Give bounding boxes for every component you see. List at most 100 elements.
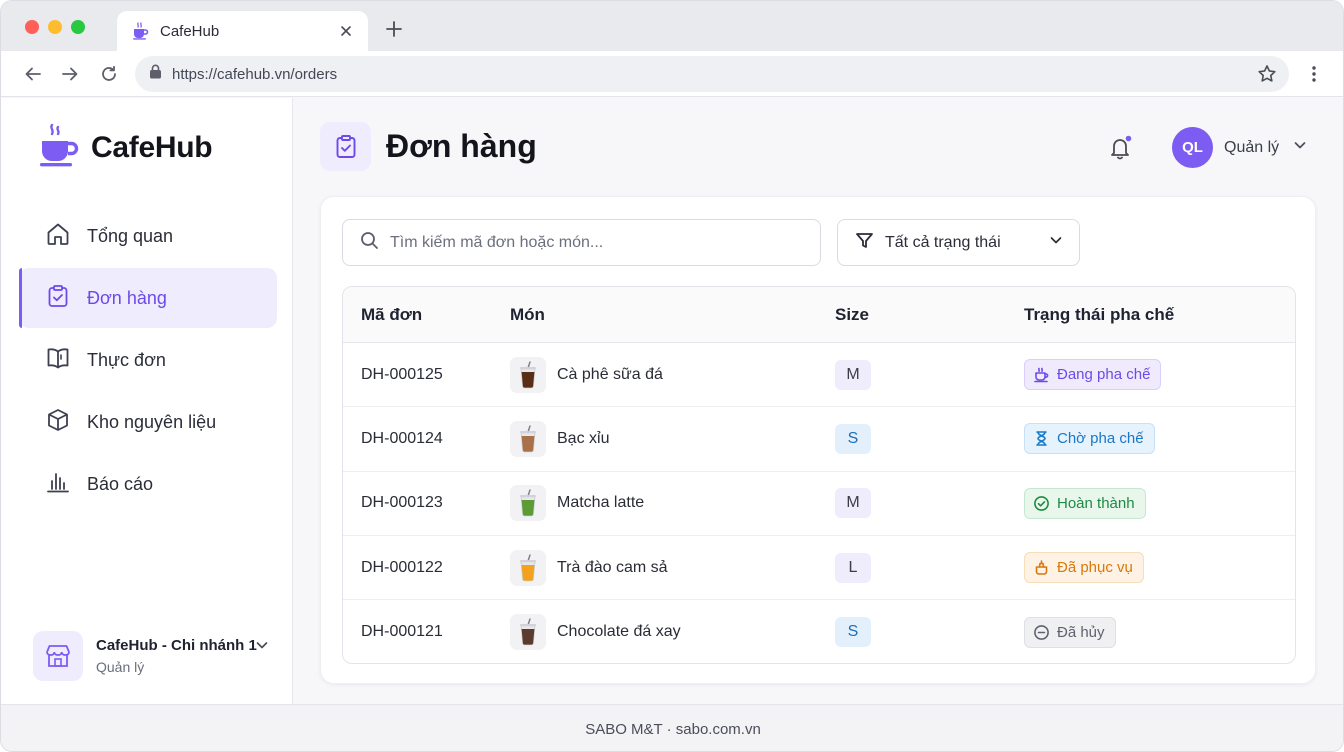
minimize-window-button[interactable]	[48, 20, 62, 34]
status-label: Đã phục vụ	[1057, 559, 1133, 577]
status-filter-dropdown[interactable]: Tất cả trạng thái	[837, 219, 1080, 266]
search-input[interactable]	[390, 233, 810, 252]
table-header: Mã đơn Món Size Trạng thái pha chế	[343, 287, 1295, 343]
table-body: DH-000125 Cà phê sữa đá M Đang pha chế D…	[343, 343, 1295, 663]
new-tab-plus-icon[interactable]	[383, 18, 405, 40]
sidebar-item-label: Thực đơn	[87, 349, 166, 370]
clipboard-icon	[45, 283, 71, 314]
check-circle-icon	[1033, 495, 1050, 512]
filter-funnel-icon	[855, 231, 874, 255]
filter-selected-value: Tất cả trạng thái	[885, 233, 1001, 251]
serving-cup-icon	[1033, 559, 1050, 576]
branch-name: CafeHub - Chi nhánh 1	[96, 637, 257, 654]
order-id: DH-000122	[361, 558, 443, 576]
page-title: Đơn hàng	[386, 128, 537, 164]
browser-toolbar: https://cafehub.vn/orders	[1, 51, 1343, 97]
forward-arrow-icon[interactable]	[59, 63, 81, 85]
column-header-status[interactable]: Trạng thái pha chế	[1024, 305, 1294, 325]
status-label: Chờ pha chế	[1057, 430, 1144, 448]
url-text: https://cafehub.vn/orders	[172, 65, 338, 83]
minus-circle-icon	[1033, 624, 1050, 641]
sidebar-item-label: Đơn hàng	[87, 287, 167, 308]
orders-table: Mã đơn Món Size Trạng thái pha chế DH-00…	[342, 286, 1296, 664]
table-row[interactable]: DH-000124 Bạc xỉu S Chờ pha chế	[343, 407, 1295, 472]
table-row[interactable]: DH-000125 Cà phê sữa đá M Đang pha chế	[343, 343, 1295, 408]
lock-icon	[149, 64, 162, 84]
address-bar[interactable]: https://cafehub.vn/orders	[135, 56, 1289, 92]
size-badge: M	[835, 359, 871, 390]
item-name: Matcha latte	[557, 494, 645, 512]
back-arrow-icon[interactable]	[22, 63, 44, 85]
sidebar-item-menu[interactable]: Thực đơn	[19, 330, 277, 390]
order-id: DH-000125	[361, 365, 443, 383]
main-content: Đơn hàng QL Quản lý Tất cả trạng	[293, 98, 1343, 704]
brand-name: CafeHub	[91, 130, 213, 164]
clipboard-icon	[320, 122, 371, 171]
coffee-cup-icon	[131, 21, 151, 41]
coffee-mug-icon	[1033, 366, 1050, 383]
user-name: Quản lý	[1224, 138, 1280, 156]
chevron-down-icon[interactable]	[255, 638, 269, 657]
drink-thumbnail-matcha	[510, 485, 546, 522]
browser-menu-icon[interactable]	[1303, 63, 1325, 85]
status-badge: Đang pha chế	[1024, 359, 1162, 391]
close-window-button[interactable]	[25, 20, 39, 34]
box-icon	[45, 407, 71, 438]
notification-bell-icon[interactable]	[1107, 134, 1135, 162]
branch-switcher[interactable]: CafeHub - Chi nhánh 1 Quản lý	[33, 630, 273, 682]
browser-window: CafeHub https://cafehub.vn/orders CafeHu…	[0, 0, 1344, 752]
size-badge: S	[835, 423, 871, 454]
status-badge: Đã phục vụ	[1024, 552, 1144, 584]
browser-tab[interactable]: CafeHub	[117, 11, 368, 51]
coffee-cup-icon	[39, 122, 79, 173]
sidebar-item-label: Tổng quan	[87, 225, 174, 246]
notification-dot	[1124, 134, 1133, 143]
branch-role: Quản lý	[96, 659, 145, 675]
table-row[interactable]: DH-000123 Matcha latte M Hoàn thành	[343, 472, 1295, 536]
sidebar-nav: Tổng quan Đơn hàng Thực đơn Kho nguyên l…	[19, 206, 277, 516]
table-row[interactable]: DH-000121 Chocolate đá xay S Đã hủy	[343, 600, 1295, 663]
item-name: Bạc xỉu	[557, 429, 610, 447]
size-badge: L	[835, 552, 871, 583]
close-tab-icon[interactable]	[338, 23, 354, 39]
order-id: DH-000124	[361, 429, 443, 447]
footer-text: SABO M&T · sabo.com.vn	[585, 720, 761, 738]
sidebar-item-label: Kho nguyên liệu	[87, 411, 217, 432]
sidebar-item-reports[interactable]: Báo cáo	[19, 454, 277, 514]
item-name: Trà đào cam sả	[557, 558, 668, 576]
reload-icon[interactable]	[98, 63, 120, 85]
menu-book-icon	[45, 345, 71, 376]
drink-thumbnail-bac-xiu	[510, 420, 546, 457]
tab-strip: CafeHub	[1, 1, 1343, 51]
chevron-down-icon	[1293, 138, 1307, 157]
sidebar-item-overview[interactable]: Tổng quan	[19, 206, 277, 266]
brand-logo[interactable]: CafeHub	[39, 122, 213, 173]
hourglass-icon	[1033, 430, 1050, 447]
drink-thumbnail-iced-coffee	[510, 356, 546, 393]
column-header-item[interactable]: Món	[510, 305, 835, 325]
user-menu[interactable]: QL Quản lý	[1172, 127, 1307, 168]
column-header-order-id[interactable]: Mã đơn	[343, 305, 510, 325]
window-controls	[25, 20, 85, 34]
bookmark-star-icon[interactable]	[1257, 64, 1277, 89]
sidebar-item-inventory[interactable]: Kho nguyên liệu	[19, 392, 277, 452]
order-id: DH-000121	[361, 623, 443, 641]
status-badge: Đã hủy	[1024, 616, 1116, 648]
size-badge: S	[835, 617, 871, 648]
sidebar-item-orders[interactable]: Đơn hàng	[19, 268, 277, 328]
table-row[interactable]: DH-000122 Trà đào cam sả L Đã phục vụ	[343, 536, 1295, 601]
bar-chart-icon	[45, 469, 71, 500]
maximize-window-button[interactable]	[71, 20, 85, 34]
column-header-size[interactable]: Size	[835, 305, 1024, 325]
status-badge: Chờ pha chế	[1024, 423, 1155, 455]
status-label: Đã hủy	[1057, 623, 1105, 641]
size-badge: M	[835, 488, 871, 519]
search-box[interactable]	[342, 219, 821, 266]
status-badge: Hoàn thành	[1024, 487, 1146, 519]
footer: SABO M&T · sabo.com.vn	[1, 704, 1343, 751]
order-id: DH-000123	[361, 494, 443, 512]
search-icon	[360, 231, 379, 255]
status-label: Đang pha chế	[1057, 366, 1151, 384]
sidebar-item-label: Báo cáo	[87, 473, 154, 494]
home-icon	[45, 221, 71, 252]
